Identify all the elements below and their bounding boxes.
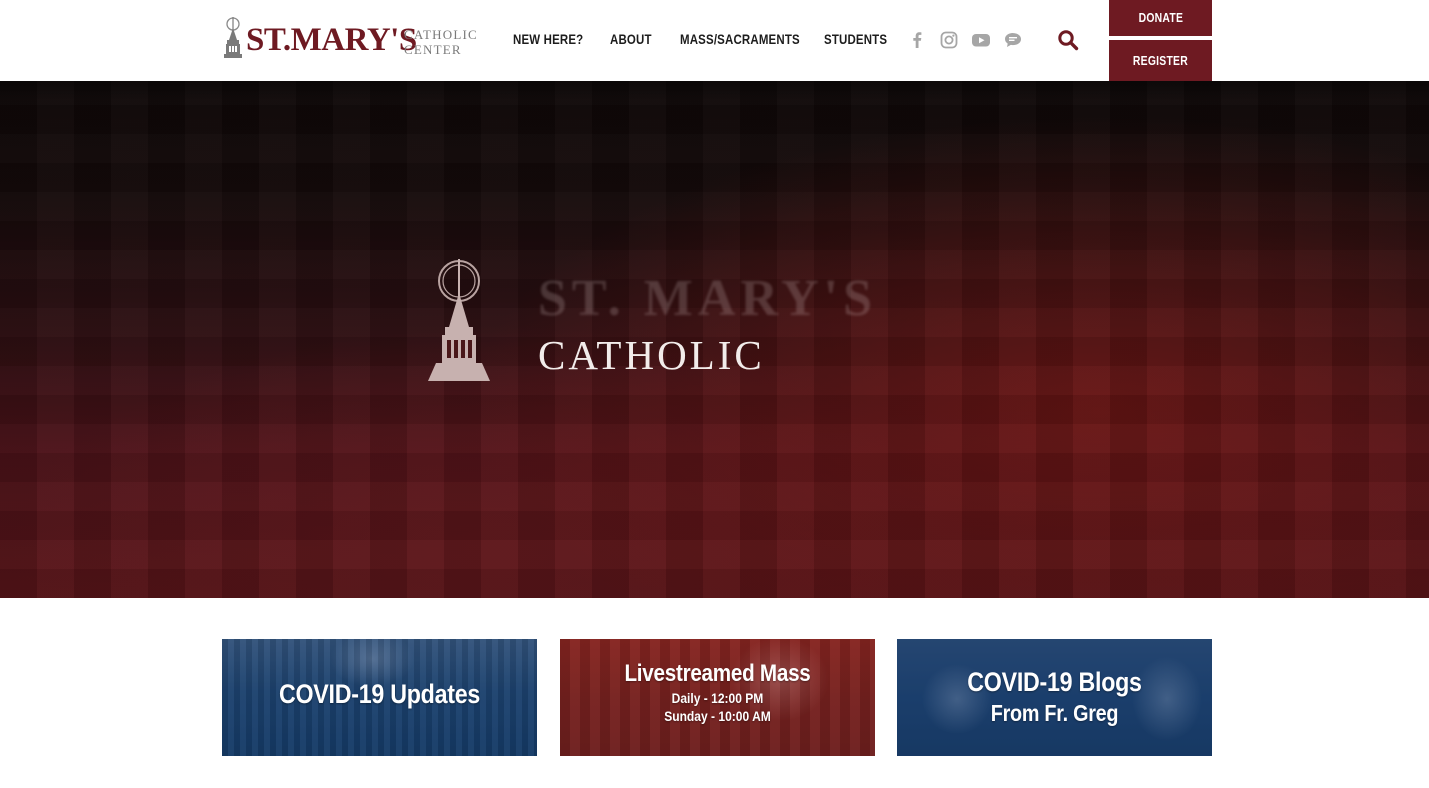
steeple-emblem-icon [428,259,490,381]
tile-title: COVID-19 Blogs [967,667,1142,697]
logo-subtitle-line1: CATHOLIC [404,27,478,42]
search-icon [1058,30,1079,51]
register-label: REGISTER [1132,53,1189,68]
search-button[interactable] [1056,28,1080,52]
nav-item-mass-sacraments[interactable]: MASS/SACRAMENTS [680,31,800,47]
site-logo[interactable]: ST.MARY'S CATHOLIC CENTER [221,16,477,60]
nav-item-about[interactable]: ABOUT [610,31,652,47]
steeple-logo-icon [224,17,242,58]
logo-subtitle-line2: CENTER [404,42,462,57]
chat-bubble-icon[interactable] [1002,29,1024,51]
tile-sunday-time: Sunday - 10:00 AM [664,708,771,724]
livestreamed-mass-tile[interactable]: Livestreamed Mass Daily - 12:00 PM Sunda… [560,639,875,756]
covid-updates-tile[interactable]: COVID-19 Updates [222,639,537,756]
logo-wordmark: ST.MARY'S [246,22,417,58]
hero-title: ST. MARY'S [538,270,878,327]
hero-banner: ST. MARY'S CATHOLIC [0,81,1429,598]
tile-title: Livestreamed Mass [624,660,811,687]
nav-item-new-here[interactable]: NEW HERE? [513,31,583,47]
register-button[interactable]: REGISTER [1109,40,1212,81]
covid-blogs-tile[interactable]: COVID-19 Blogs From Fr. Greg [897,639,1212,756]
hero-subtitle: CATHOLIC [538,332,765,378]
donate-label: DONATE [1138,10,1183,25]
instagram-icon[interactable] [938,29,960,51]
tile-title: COVID-19 Updates [278,679,481,709]
nav-item-students[interactable]: STUDENTS [824,31,887,47]
logo-subtitle: CATHOLIC CENTER [404,27,478,57]
tile-daily-time: Daily - 12:00 PM [671,690,764,706]
site-header: ST.MARY'S CATHOLIC CENTER NEW HERE? ABOU… [0,0,1429,81]
donate-button[interactable]: DONATE [1109,0,1212,36]
tile-subtitle: From Fr. Greg [990,700,1119,726]
youtube-icon[interactable] [970,29,992,51]
facebook-icon[interactable] [906,29,928,51]
